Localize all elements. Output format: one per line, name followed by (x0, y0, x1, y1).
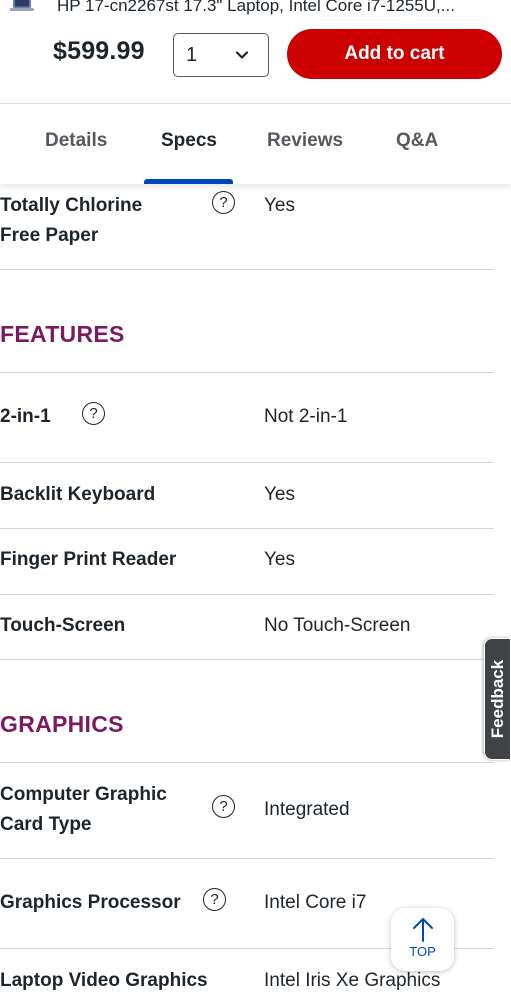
question-circle-icon[interactable]: ? (203, 888, 226, 911)
divider (0, 762, 494, 763)
tab-details[interactable]: Details (45, 130, 107, 152)
arrow-up-icon (413, 918, 433, 942)
sticky-product-header: HP 17-cn2267st 17.3" Laptop, Intel Core … (0, 0, 511, 104)
laptop-thumbnail (10, 0, 34, 11)
quantity-value: 1 (186, 43, 198, 66)
section-title-graphics: GRAPHICS (0, 711, 124, 737)
tab-qa[interactable]: Q&A (396, 130, 438, 152)
spec-value: Yes (264, 484, 295, 505)
divider (0, 269, 494, 270)
spec-label-finger-print-reader: Finger Print Reader (0, 549, 177, 570)
divider (0, 528, 494, 529)
divider (0, 462, 494, 463)
spec-value: Intel Core i7 (264, 892, 367, 913)
spec-value: Yes (264, 549, 295, 570)
feedback-tab[interactable]: Feedback (484, 638, 511, 760)
quantity-select[interactable]: 1 (173, 33, 269, 77)
spec-label-backlit-keyboard: Backlit Keyboard (0, 484, 156, 505)
spec-label-chlorine-free: Totally Chlorine Free Paper (0, 195, 143, 246)
section-title-features: FEATURES (0, 321, 125, 347)
price: $599.99 (53, 37, 145, 65)
spec-value: Yes (264, 195, 295, 216)
product-title[interactable]: HP 17-cn2267st 17.3" Laptop, Intel Core … (57, 0, 455, 16)
back-to-top-label: TOP (409, 944, 436, 959)
question-circle-icon[interactable]: ? (212, 191, 235, 214)
spec-value: Not 2-in-1 (264, 406, 348, 427)
tab-bar: Details Specs Reviews Q&A (0, 104, 511, 184)
divider (0, 594, 494, 595)
tab-reviews[interactable]: Reviews (267, 130, 343, 152)
question-circle-icon[interactable]: ? (82, 402, 105, 425)
tab-specs[interactable]: Specs (161, 130, 217, 152)
divider (0, 659, 494, 660)
spec-label-touch-screen: Touch-Screen (0, 615, 126, 636)
feedback-label: Feedback (487, 659, 507, 739)
back-to-top-button[interactable]: TOP (391, 908, 454, 971)
question-circle-icon[interactable]: ? (212, 795, 235, 818)
add-to-cart-button[interactable]: Add to cart (287, 29, 502, 79)
active-tab-indicator (144, 179, 233, 184)
chevron-down-icon (235, 51, 249, 59)
spec-label-graphic-card-type: Computer Graphic Card Type (0, 784, 167, 835)
spec-value: No Touch-Screen (264, 615, 411, 636)
divider (0, 858, 494, 859)
spec-label-2-in-1: 2-in-1 (0, 406, 51, 427)
spec-label-laptop-video-graphics: Laptop Video Graphics (0, 970, 208, 991)
spec-label-graphics-processor: Graphics Processor (0, 892, 181, 913)
divider (0, 372, 494, 373)
spec-value: Integrated (264, 799, 350, 820)
